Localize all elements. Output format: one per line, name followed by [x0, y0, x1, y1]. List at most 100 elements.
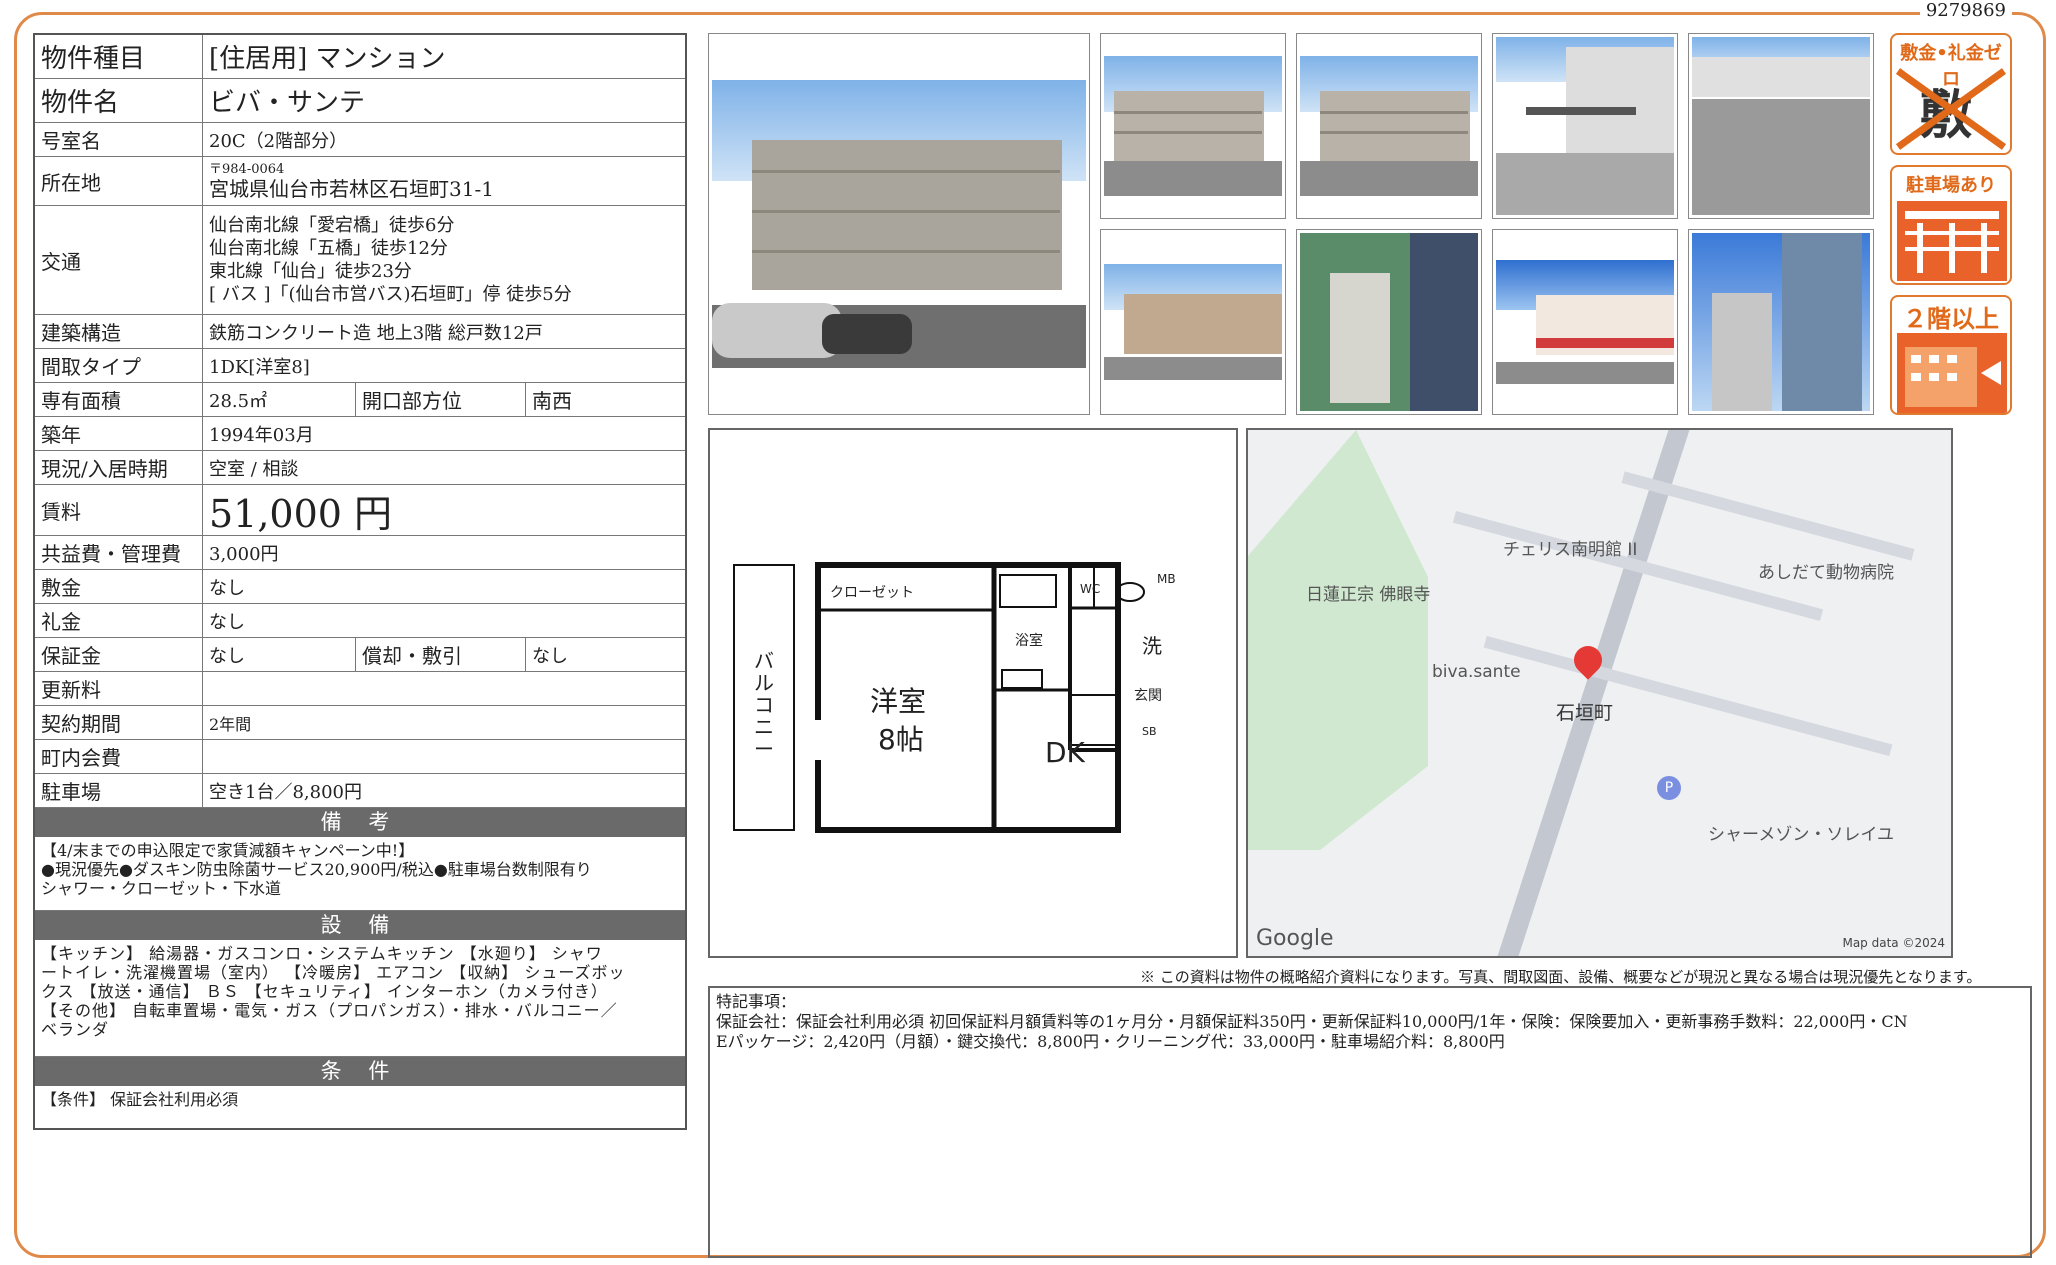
renewal-label: 更新料: [35, 672, 203, 705]
balcony-label: バルコニー: [754, 649, 774, 761]
dk-label: DK: [1045, 736, 1085, 769]
google-logo: Google: [1256, 926, 1334, 951]
built-value: 1994年03月: [209, 424, 314, 446]
remarks-line: シャワー・クローゼット・下水道: [41, 879, 282, 898]
special-notes-text: Eパッケージ：2,420円（月額）・鍵交換代：8,800円・クリーニング代：33…: [716, 1032, 1505, 1051]
parking-lot-photo[interactable]: [1688, 33, 1874, 219]
nearby-photo-4[interactable]: [1688, 229, 1874, 415]
equipment-line: クス 【放送・通信】 ＢＳ 【セキュリティ】 インターホン（カメラ付き）: [41, 982, 608, 1001]
badge-floor-text: ２階以上: [1903, 305, 1999, 333]
remarks-heading: 備 考: [35, 808, 685, 837]
parking-label: 駐車場: [35, 774, 203, 807]
nearby-photo-3[interactable]: [1492, 229, 1678, 415]
structure-value: 鉄筋コンクリート造 地上3階 総戸数12戸: [209, 322, 543, 344]
name-value: ビバ・サンテ: [209, 88, 366, 118]
map-label: チェリス南明館 II: [1503, 540, 1638, 560]
structure-label: 建築構造: [35, 315, 203, 348]
disclaimer-text: ※ この資料は物件の概略紹介資料になります。写真、間取図面、設備、概要などが現況…: [1140, 968, 1982, 986]
access-value: 仙台南北線「愛宕橋」徒歩6分 仙台南北線「五橋」徒歩12分 東北線「仙台」徒歩2…: [203, 206, 685, 314]
document-id: 9279869: [1919, 0, 2012, 21]
area-label: 専有面積: [35, 383, 203, 416]
rent-label: 賃料: [35, 485, 203, 535]
mb-label: MB: [1157, 572, 1176, 586]
postal-code: 〒984-0064: [209, 161, 285, 177]
nearby-photo-2[interactable]: [1296, 229, 1482, 415]
conditions-body: 【条件】 保証会社利用必須: [35, 1086, 685, 1128]
parking-icon: [1897, 201, 2007, 281]
amortization-label: 償却・敷引: [356, 638, 526, 671]
access-line: [ バス ]「(仙台市営バス)石垣町」停 徒歩5分: [209, 284, 572, 305]
remarks-line: ●現況優先●ダスキン防虫除菌サービス20,900円/税込●駐車場台数制限有り: [41, 860, 592, 879]
deposit-label: 敷金: [35, 570, 203, 603]
fee-value: 3,000円: [209, 543, 279, 565]
equipment-line: ートイレ・洗濯機置場（室内） 【冷暖房】 エアコン 【収納】 シューズボッ: [41, 963, 626, 982]
washer-label: 洗: [1142, 634, 1162, 658]
room-value: 20C（2階部分）: [209, 130, 348, 152]
name-label: 物件名: [35, 79, 203, 122]
address-value: 〒984-0064 宮城県仙台市若林区石垣町31-1: [203, 157, 685, 205]
bicycle-parking-photo[interactable]: [1492, 33, 1678, 219]
deposit-value: なし: [209, 577, 245, 599]
nearby-photo-1[interactable]: [1100, 229, 1286, 415]
built-label: 築年: [35, 417, 203, 450]
building-floor-icon: [1897, 333, 2007, 413]
map-label: 石垣町: [1556, 702, 1614, 724]
direction-label: 開口部方位: [356, 383, 526, 416]
western-room-label: 洋室: [870, 685, 927, 718]
room-label: 号室名: [35, 123, 203, 156]
layout-value: 1DK[洋室8]: [209, 356, 310, 378]
key-money-label: 礼金: [35, 604, 203, 637]
area-value: 28.5㎡: [203, 383, 356, 416]
address-label: 所在地: [35, 157, 203, 205]
contract-label: 契約期間: [35, 706, 203, 739]
special-notes-title: 特記事項：: [716, 992, 797, 1011]
access-line: 仙台南北線「愛宕橋」徒歩6分: [209, 215, 455, 236]
type-label: 物件種目: [35, 35, 203, 78]
equipment-heading: 設 備: [35, 911, 685, 940]
building-photo-2[interactable]: [1100, 33, 1286, 219]
equipment-line: 【その他】 自転車置場・電気・ガス（プロパンガス）・排水・バルコニー／: [41, 1001, 618, 1020]
key-money-value: なし: [209, 611, 245, 633]
floor-plan[interactable]: クローゼット バルコニー 洋室 8帖 浴室 WC MB 洗 玄関 SB DK: [708, 428, 1238, 958]
badge-parking-text: 駐車場あり: [1906, 175, 1996, 196]
rent-value: 51,000 円: [209, 491, 393, 536]
town-fee-value: [203, 740, 685, 773]
access-line: 仙台南北線「五橋」徒歩12分: [209, 238, 448, 259]
no-deposit-key-money-badge: 敷金•礼金ゼロ 敷礼: [1890, 33, 2012, 155]
tatami-label: 8帖: [878, 723, 924, 756]
access-line: 東北線「仙台」徒歩23分: [209, 261, 412, 282]
bath-label: 浴室: [1015, 633, 1043, 649]
map-label: 日蓮正宗 佛眼寺: [1306, 585, 1431, 605]
map-road: [1621, 471, 1915, 561]
guarantee-label: 保証金: [35, 638, 203, 671]
status-label: 現況/入居時期: [35, 451, 203, 484]
entrance-label: 玄関: [1134, 688, 1162, 704]
remarks-line: 【4/末までの申込限定で家賃減額キャンペーン中!】: [41, 841, 415, 860]
second-floor-above-badge: ２階以上: [1890, 295, 2012, 415]
equipment-line: 【キッチン】 給湯器・ガスコンロ・システムキッチン 【水廻り】 シャワ: [41, 944, 603, 963]
town-fee-label: 町内会費: [35, 740, 203, 773]
location-map[interactable]: チェリス南明館 II あしだて動物病院 日蓮正宗 佛眼寺 biva.sante …: [1246, 428, 1953, 958]
guarantee-value: なし: [203, 638, 356, 671]
building-photo-main[interactable]: [708, 33, 1090, 415]
wc-label: WC: [1080, 582, 1101, 596]
direction-value: 南西: [532, 389, 572, 413]
parking-value: 空き1台／8,800円: [209, 781, 362, 803]
map-park-area: [1248, 430, 1428, 850]
special-notes-text: 保証会社：保証会社利用必須 初回保証料月額賃料等の1ヶ月分・月額保証料350円・…: [716, 1012, 1908, 1031]
special-notes-box: 特記事項： 保証会社：保証会社利用必須 初回保証料月額賃料等の1ヶ月分・月額保証…: [708, 986, 2032, 1258]
building-photo-3[interactable]: [1296, 33, 1482, 219]
access-label: 交通: [35, 206, 203, 314]
map-label: あしだて動物病院: [1758, 563, 1894, 583]
renewal-value: [203, 672, 685, 705]
conditions-line: 【条件】 保証会社利用必須: [41, 1090, 239, 1109]
amortization-value: なし: [532, 645, 568, 667]
map-label: シャーメゾン・ソレイユ: [1708, 825, 1894, 845]
fee-label: 共益費・管理費: [35, 536, 203, 569]
conditions-heading: 条 件: [35, 1057, 685, 1086]
shoe-box-label: SB: [1142, 725, 1157, 738]
map-road: [1483, 635, 1893, 757]
status-value: 空室 / 相談: [209, 458, 299, 480]
property-info-table: 物件種目 [住居用] マンション 物件名 ビバ・サンテ 号室名 20C（2階部分…: [33, 33, 687, 1130]
map-label: biva.sante: [1432, 662, 1521, 682]
